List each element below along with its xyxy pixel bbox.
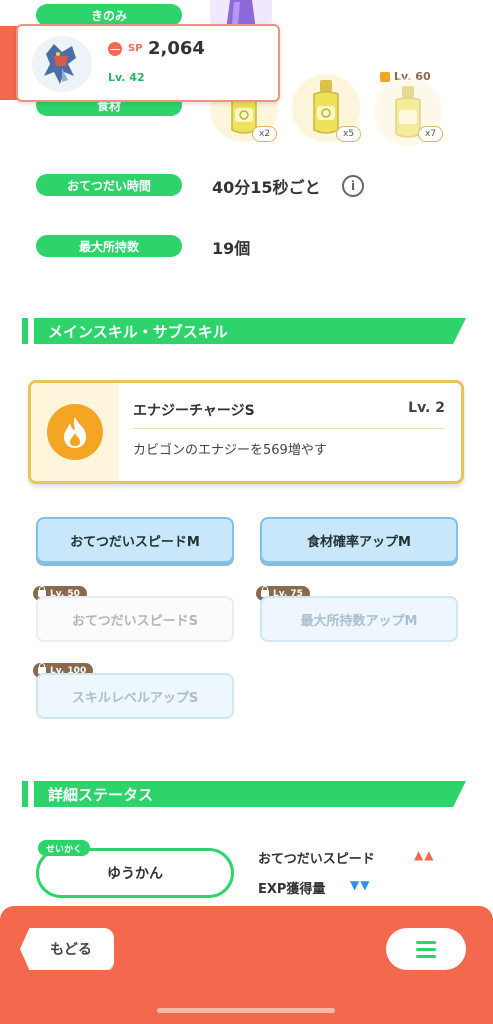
sp-value: 2,064 <box>148 38 205 59</box>
help-time-label: おてつだい時間 <box>36 174 182 196</box>
nature-down-stat: EXP獲得量 <box>258 882 326 897</box>
flame-icon <box>47 404 103 460</box>
ingredient-count-1: x2 <box>252 126 278 142</box>
sub-skill-1[interactable]: おてつだいスピードM <box>36 517 234 563</box>
nature-up-stat: おてつだいスピード <box>258 852 375 867</box>
status-section-title: 詳細ステータス <box>34 781 466 807</box>
sub-skill-5[interactable]: スキルレベルアップS <box>36 673 234 719</box>
up-arrows: ▲▲ <box>414 848 435 862</box>
pokemon-popup-card[interactable]: SP 2,064 Lv. 42 <box>16 24 280 102</box>
down-arrows: ▼▼ <box>350 878 371 892</box>
sub-skill-4[interactable]: 最大所持数アップM <box>260 596 458 642</box>
back-button[interactable]: もどる <box>20 928 114 970</box>
main-skill-level: Lv. 2 <box>408 400 445 416</box>
menu-button[interactable] <box>386 928 466 970</box>
home-indicator[interactable] <box>157 1008 335 1013</box>
max-carry-value: 19個 <box>212 239 251 258</box>
ingredient-count-3: x7 <box>418 126 444 142</box>
max-carry-label: 最大所持数 <box>36 235 182 257</box>
main-skill-name: エナジーチャージS <box>133 403 255 419</box>
skills-section-header: メインスキル・サブスキル <box>22 318 466 344</box>
status-section-header: 詳細ステータス <box>22 781 466 807</box>
sub-skill-3[interactable]: おてつだいスピードS <box>36 596 234 642</box>
main-skill-description: カビゴンのエナジーを569増やす <box>133 443 327 458</box>
sp-icon <box>108 42 122 56</box>
skills-section-title: メインスキル・サブスキル <box>34 318 466 344</box>
pokemon-avatar <box>32 36 92 92</box>
main-skill-card[interactable]: エナジーチャージS Lv. 2 カビゴンのエナジーを569増やす <box>28 380 464 484</box>
hamburger-icon <box>416 940 436 944</box>
help-time-value: 40分15秒ごと <box>212 178 321 197</box>
nature-tag: せいかく <box>38 840 91 856</box>
info-icon[interactable]: i <box>342 175 364 197</box>
ingredient-count-2: x5 <box>336 126 362 142</box>
sub-skill-2[interactable]: 食材確率アップM <box>260 517 458 563</box>
berry-label: きのみ <box>36 4 182 26</box>
skill-divider <box>133 428 445 429</box>
pokemon-level: Lv. 42 <box>108 71 145 84</box>
sp-label: SP <box>128 43 143 54</box>
